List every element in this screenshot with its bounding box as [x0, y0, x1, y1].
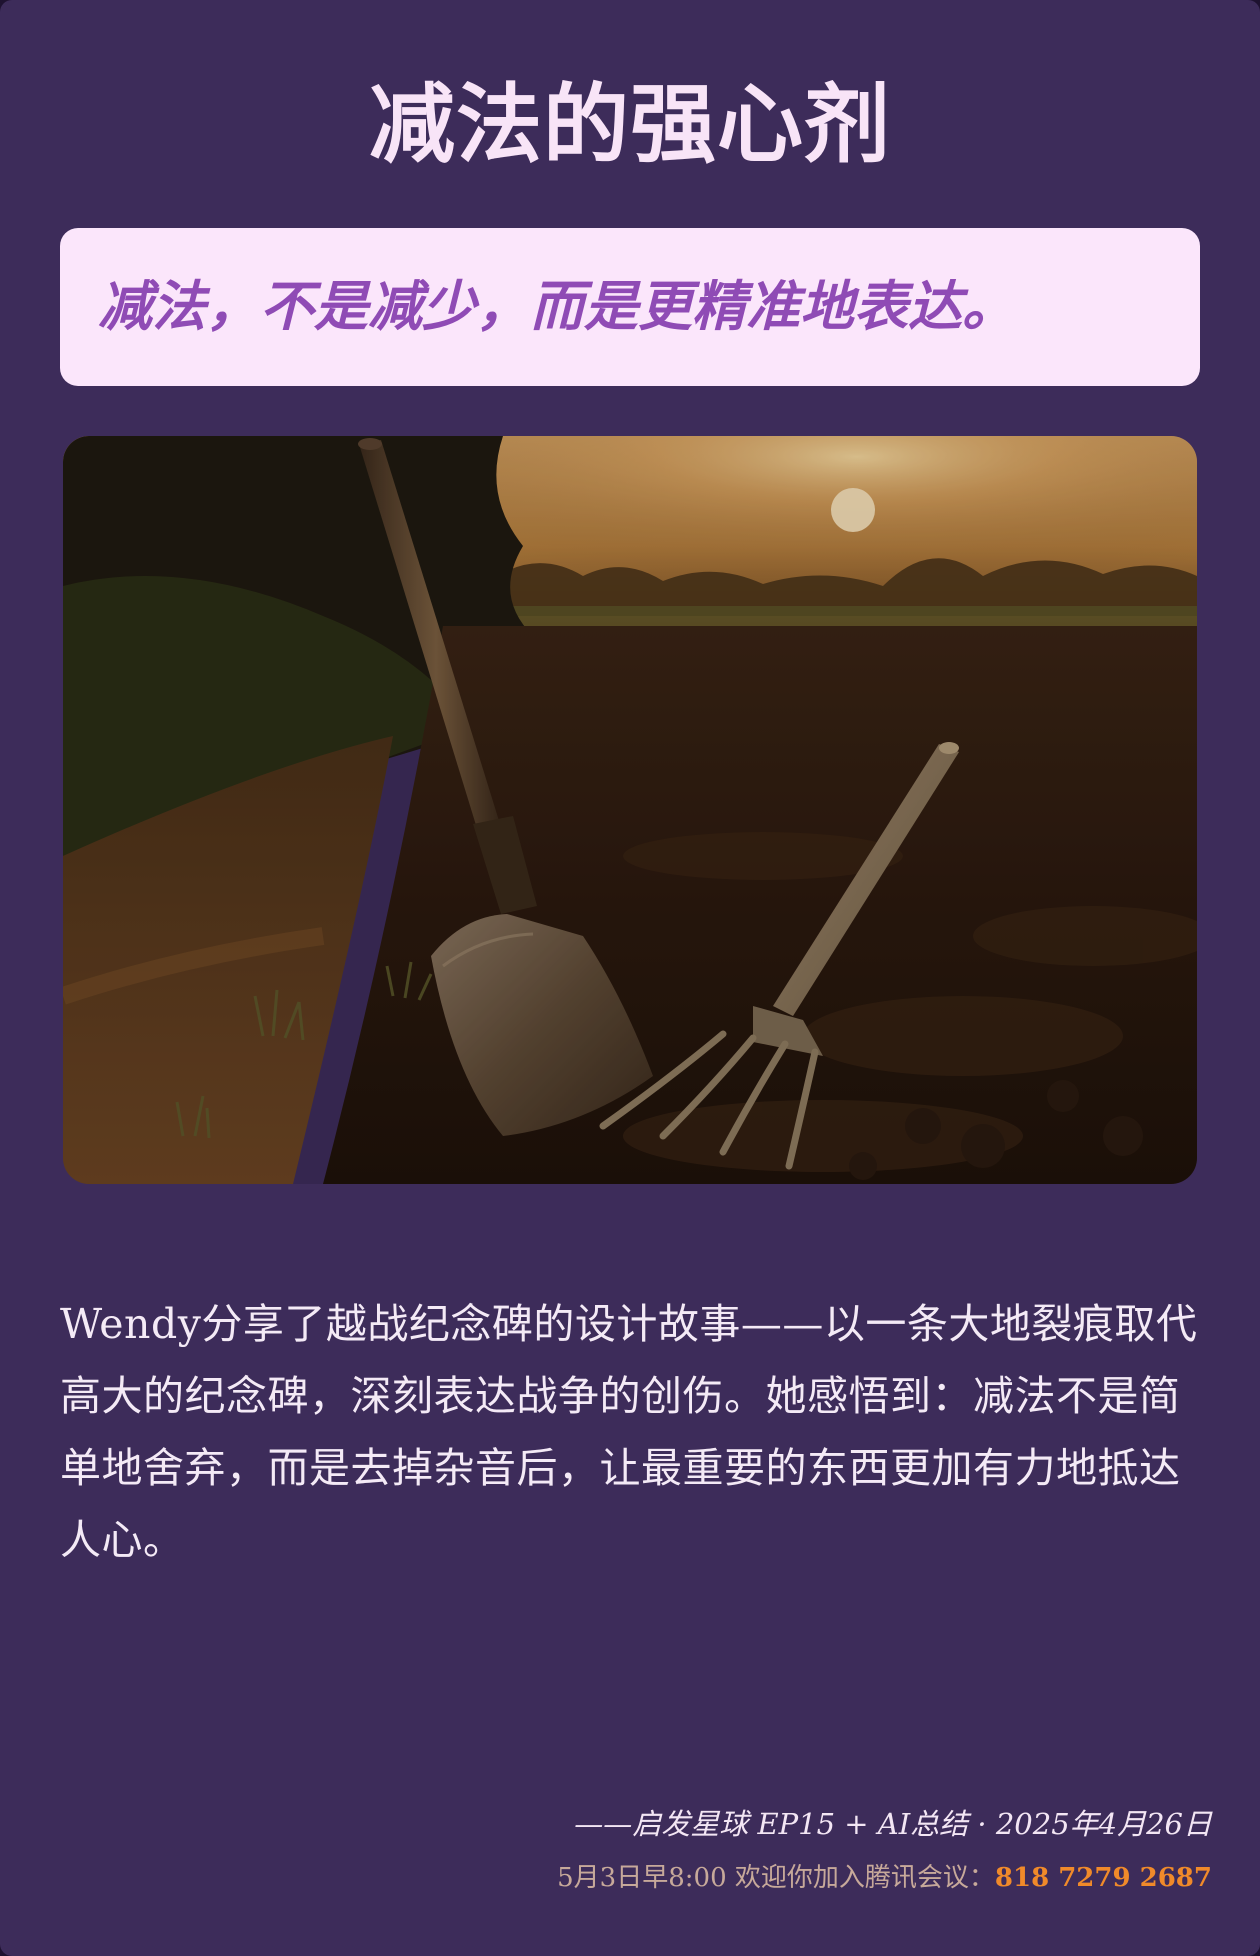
field-tools-photo — [63, 436, 1197, 1184]
source-credit: ——启发星球 EP15 + AI总结 · 2025年4月26日 — [574, 1807, 1212, 1841]
quote-text: 减法，不是减少，而是更精准地表达。 — [98, 275, 1016, 338]
page-title: 减法的强心剂 — [369, 75, 891, 175]
quote-box: 减法，不是减少，而是更精准地表达。 — [60, 228, 1200, 386]
poster-card: 减法的强心剂 减法，不是减少，而是更精准地表达。 Wendy分享了越战纪念碑的设… — [0, 0, 1260, 1956]
meeting-id[interactable]: 818 7279 2687 — [995, 1863, 1212, 1893]
story-paragraph: Wendy分享了越战纪念碑的设计故事——以一条大地裂痕取代高大的纪念碑，深刻表达… — [60, 1300, 1198, 1564]
field-tools-illustration — [63, 436, 1197, 1184]
meeting-invite: 5月3日早8:00 欢迎你加入腾讯会议：818 7279 2687 — [557, 1858, 1212, 1898]
invite-label: 5月3日早8:00 欢迎你加入腾讯会议： — [557, 1863, 995, 1893]
